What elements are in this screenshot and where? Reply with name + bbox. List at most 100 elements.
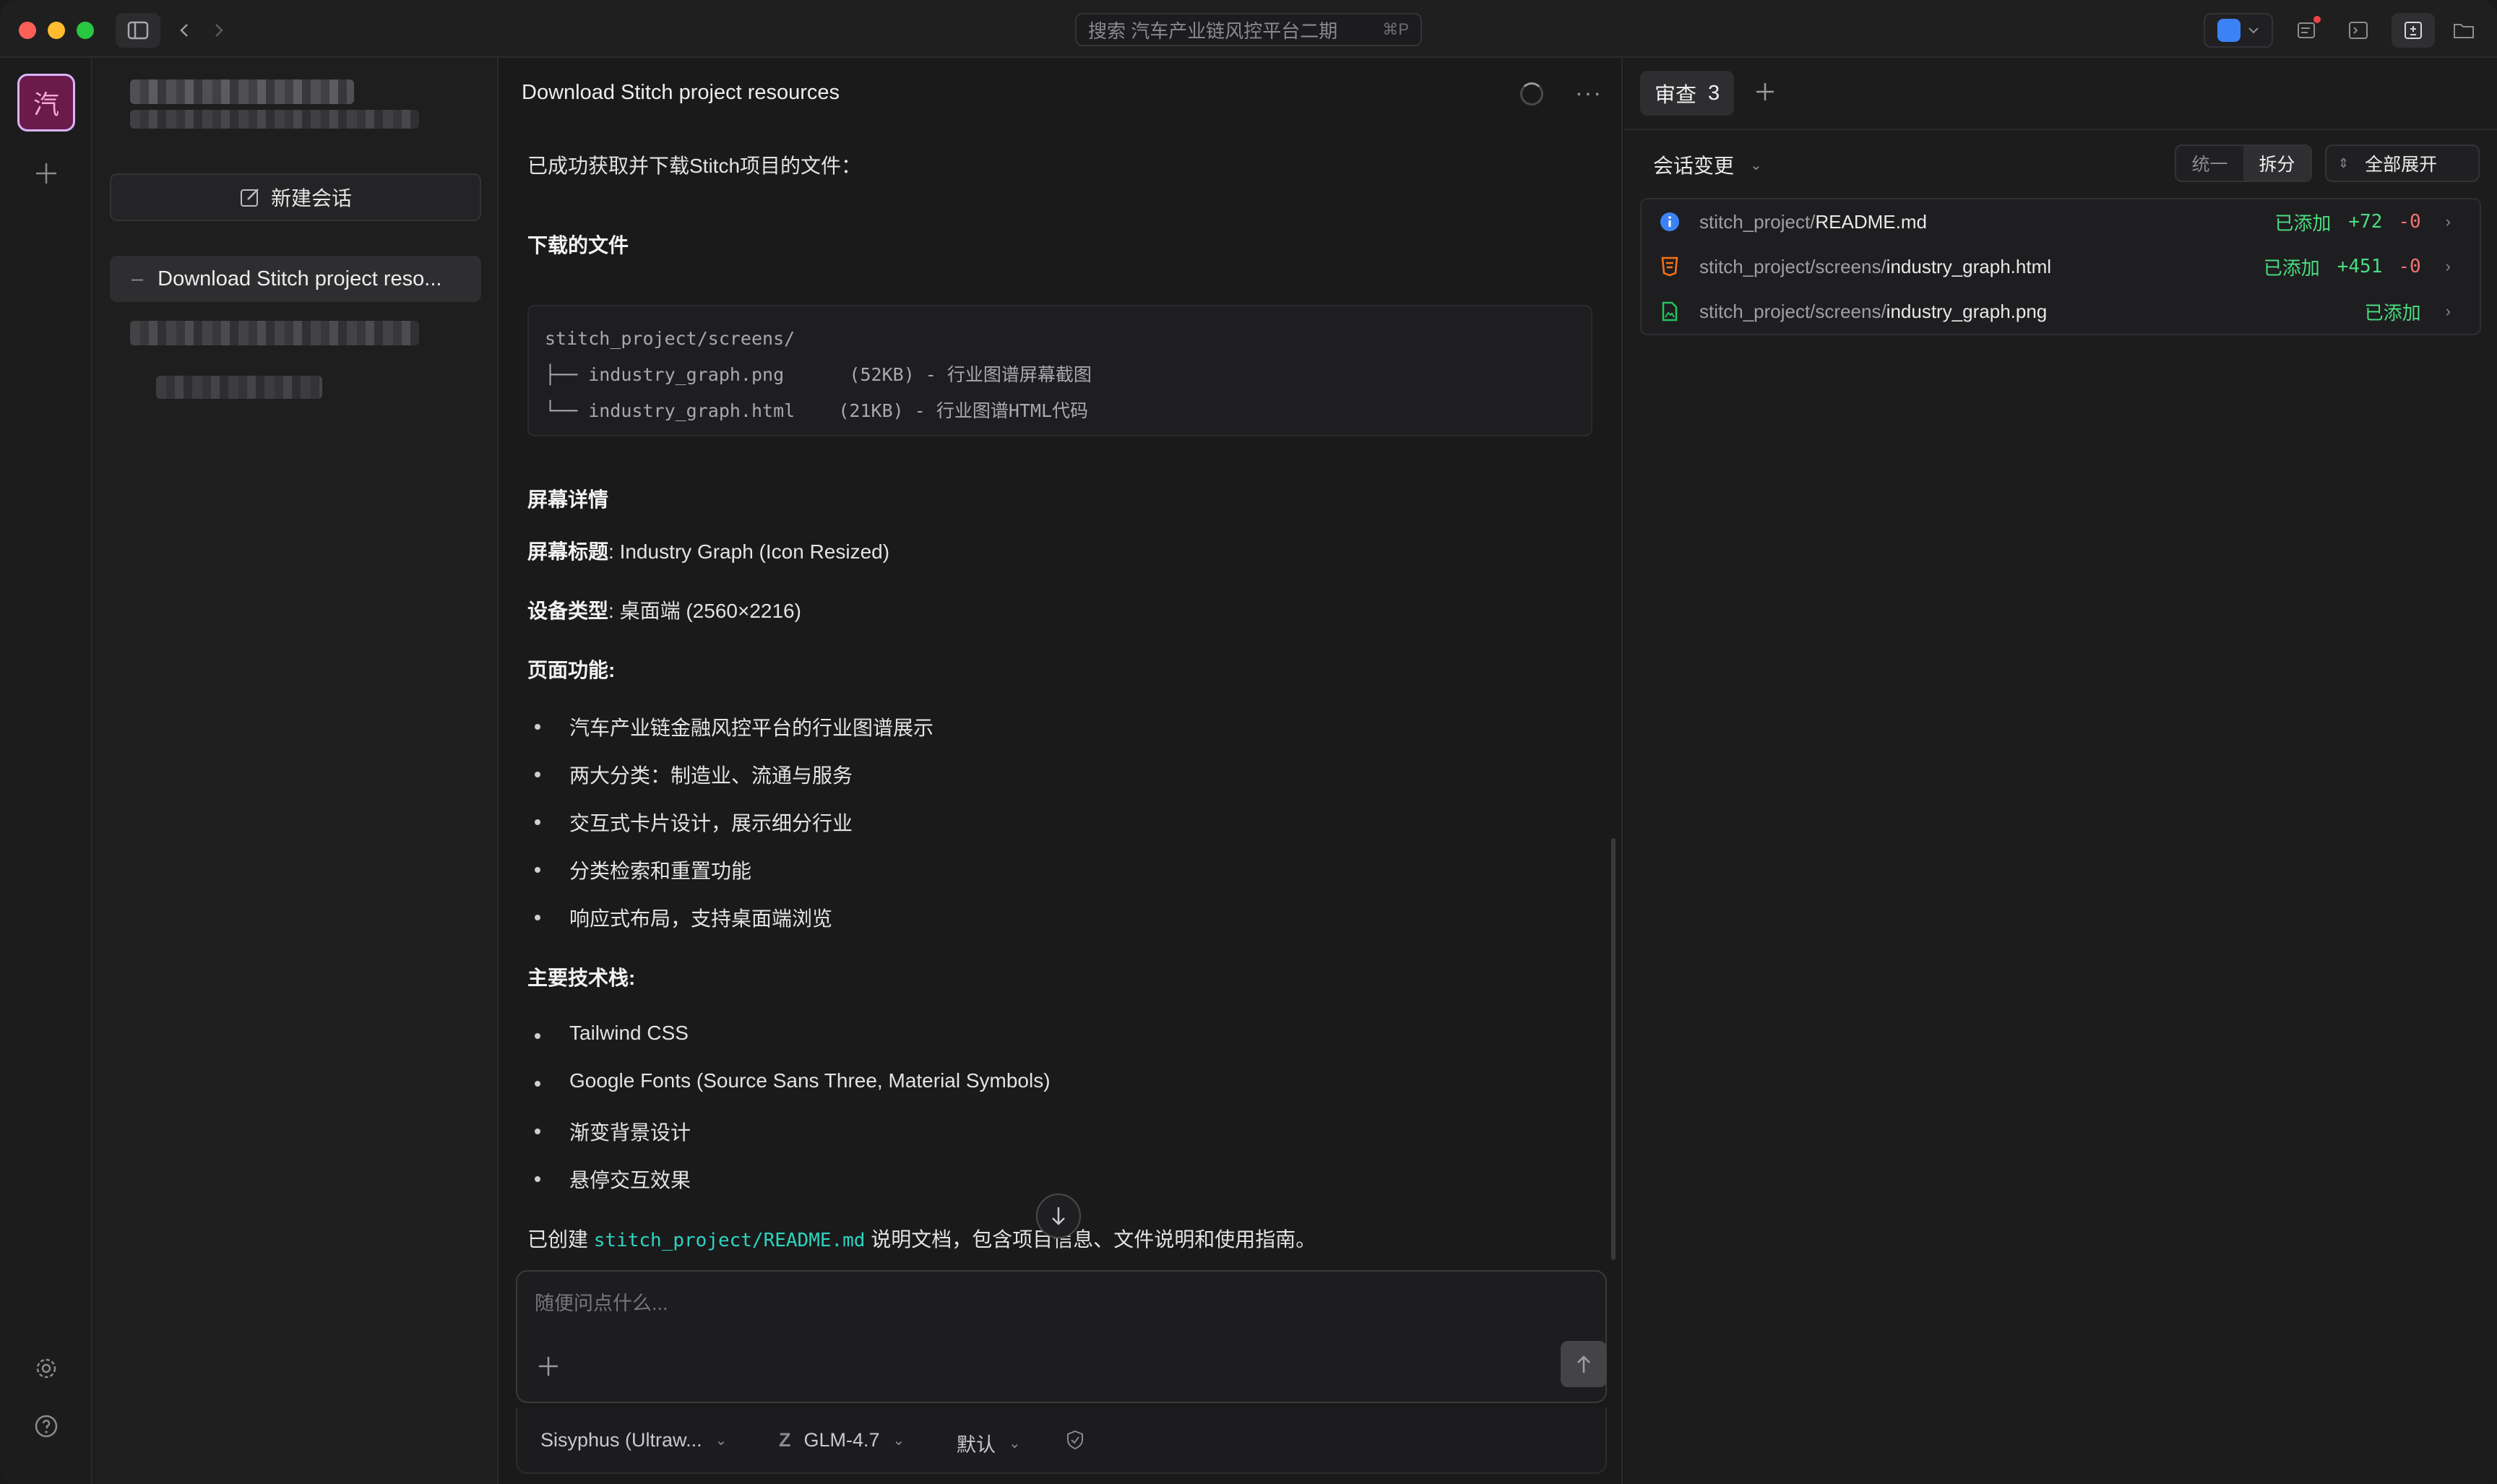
files-heading: 下载的文件	[527, 230, 629, 259]
feature-text: 交互式卡片设计，展示细分行业	[569, 812, 853, 834]
chat-scrollbar[interactable]	[1611, 838, 1616, 1260]
send-button[interactable]	[1561, 1341, 1607, 1387]
file-path: stitch_project/screens/industry_graph.pn…	[1699, 301, 2047, 323]
file-row[interactable]: stitch_project/README.md 已添加 +72 -0 ›	[1642, 199, 2480, 244]
tab-review-count: 3	[1708, 81, 1720, 105]
folder-button[interactable]	[2446, 13, 2481, 48]
file-row[interactable]: stitch_project/screens/industry_graph.pn…	[1642, 289, 2480, 334]
review-panel: 审查 3 会话变更 ⌄ 统一 拆分 ⇕ 全部展开 stitch_project/REA…	[1624, 58, 2497, 1484]
help-button[interactable]	[30, 1410, 62, 1442]
model-switcher[interactable]	[2204, 13, 2273, 48]
deletions-count: -0	[2398, 211, 2421, 233]
permissions-button[interactable]	[1065, 1429, 1085, 1451]
edit-icon	[240, 189, 259, 207]
model-logo-icon: Z	[779, 1429, 791, 1451]
list-item: 交互式卡片设计，展示细分行业	[534, 808, 853, 837]
agent-label: Sisyphus (Ultraw...	[540, 1429, 702, 1451]
composer-footer: Sisyphus (Ultraw... ⌄ Z GLM-4.7 ⌄ 默认 ⌄	[516, 1407, 1607, 1474]
status-badge: 已添加	[2274, 212, 2332, 234]
chevron-left-icon	[180, 24, 188, 37]
tech-text: 悬停交互效果	[569, 1169, 691, 1191]
unified-view-button[interactable]: 统一	[2176, 146, 2243, 181]
chevron-down-icon: ⌄	[892, 1433, 905, 1449]
additions-count: +72	[2348, 211, 2383, 233]
message-intro: 已成功获取并下载Stitch项目的文件：	[527, 155, 862, 177]
chevron-right-icon: ›	[2445, 257, 2451, 275]
file-dir: stitch_project/	[1699, 210, 1816, 233]
chat-title: Download Stitch project resources	[522, 81, 840, 104]
notes-icon	[2298, 22, 2315, 38]
model-selector[interactable]: Z GLM-4.7 ⌄	[779, 1429, 905, 1451]
redacted-session-item[interactable]	[156, 376, 322, 399]
device-line: 设备类型: 桌面端 (2560×2216)	[527, 595, 801, 624]
tab-review[interactable]: 审查 3	[1640, 71, 1735, 116]
code-line: ├── industry_graph.png (52KB) - 行业图谱屏幕截图	[545, 364, 1092, 385]
minimize-window-button[interactable]	[48, 22, 65, 39]
terminal-icon	[2349, 22, 2368, 39]
arrow-up-icon	[1577, 1355, 1590, 1373]
review-panel-toggle[interactable]	[2392, 13, 2435, 48]
diff-view-toggle: 统一 拆分	[2175, 144, 2312, 182]
zoom-window-button[interactable]	[77, 22, 94, 39]
more-options-button[interactable]: ···	[1575, 79, 1603, 106]
screen-title-label: 屏幕标题	[527, 540, 609, 563]
chevron-right-icon	[215, 24, 223, 37]
list-item: Tailwind CSS	[535, 1022, 689, 1045]
tech-label: 主要技术栈:	[527, 962, 635, 991]
tech-text: Google Fonts (Source Sans Three, Materia…	[569, 1069, 1051, 1092]
workspace-rail: 汽	[0, 58, 92, 1484]
features-label-text: 页面功能:	[527, 659, 616, 681]
close-window-button[interactable]	[19, 22, 36, 39]
file-stats: 已添加 +72 -0 ›	[2274, 209, 2451, 236]
list-item: 渐变背景设计	[534, 1117, 691, 1146]
help-icon	[35, 1415, 58, 1438]
chevron-down-icon: ⌄	[1750, 157, 1762, 173]
created-file-link[interactable]: stitch_project/README.md	[594, 1230, 866, 1251]
feature-text: 汽车产业链金融风控平台的行业图谱展示	[569, 717, 934, 739]
redacted-project-path	[130, 110, 419, 129]
gear-icon	[36, 1358, 56, 1379]
session-title: Download Stitch project reso...	[158, 267, 442, 290]
session-changes-dropdown[interactable]: 会话变更 ⌄	[1653, 150, 1762, 179]
session-item-active[interactable]: – Download Stitch project reso...	[110, 256, 481, 302]
plus-icon	[539, 1357, 558, 1376]
status-badge: 已添加	[2263, 256, 2320, 279]
command-search[interactable]: 搜索 汽车产业链风控平台二期 ⌘P	[1075, 13, 1422, 46]
toggle-sidebar-button[interactable]	[116, 13, 160, 48]
chevron-down-icon: ⌄	[1009, 1436, 1021, 1451]
redacted-session-item[interactable]	[130, 321, 419, 345]
chevron-right-icon: ›	[2445, 212, 2451, 230]
expand-all-button[interactable]: ⇕ 全部展开	[2325, 144, 2480, 182]
notes-button[interactable]	[2289, 13, 2324, 48]
details-heading-text: 屏幕详情	[527, 488, 609, 511]
features-label: 页面功能:	[527, 655, 615, 683]
mode-selector[interactable]: 默认 ⌄	[957, 1429, 1021, 1457]
title-bar: 搜索 汽车产业链风控平台二期 ⌘P	[0, 0, 2497, 58]
shield-icon	[1067, 1430, 1083, 1450]
new-session-button[interactable]: 新建会话	[110, 173, 481, 221]
chat-panel: Download Stitch project resources ··· 已成…	[500, 58, 1623, 1484]
scroll-to-bottom-button[interactable]	[1036, 1194, 1081, 1238]
add-tab-button[interactable]	[1754, 77, 1776, 108]
agent-selector[interactable]: Sisyphus (Ultraw... ⌄	[540, 1429, 727, 1451]
folder-icon	[2454, 24, 2474, 38]
chevron-down-icon	[2248, 27, 2259, 34]
model-label: GLM-4.7	[803, 1429, 880, 1451]
back-button[interactable]	[173, 13, 195, 48]
settings-button[interactable]	[30, 1353, 62, 1384]
split-view-button[interactable]: 拆分	[2243, 146, 2311, 181]
message-composer[interactable]: 随便问点什么...	[516, 1270, 1607, 1403]
file-name: industry_graph.html	[1886, 255, 2052, 277]
workspace-avatar[interactable]: 汽	[17, 74, 75, 131]
notification-dot	[2313, 16, 2321, 23]
created-line: 已创建 stitch_project/README.md 说明文档，包含项目信息…	[527, 1224, 1316, 1253]
chevron-down-icon: ⌄	[715, 1433, 728, 1449]
deletions-count: -0	[2398, 256, 2421, 277]
add-workspace-button[interactable]	[29, 156, 64, 191]
terminal-button[interactable]	[2341, 13, 2376, 48]
info-icon	[1659, 211, 1681, 233]
forward-button[interactable]	[208, 13, 230, 48]
attach-button[interactable]	[538, 1351, 559, 1383]
code-line: stitch_project/screens/	[545, 328, 795, 349]
file-row[interactable]: stitch_project/screens/industry_graph.ht…	[1642, 244, 2480, 289]
